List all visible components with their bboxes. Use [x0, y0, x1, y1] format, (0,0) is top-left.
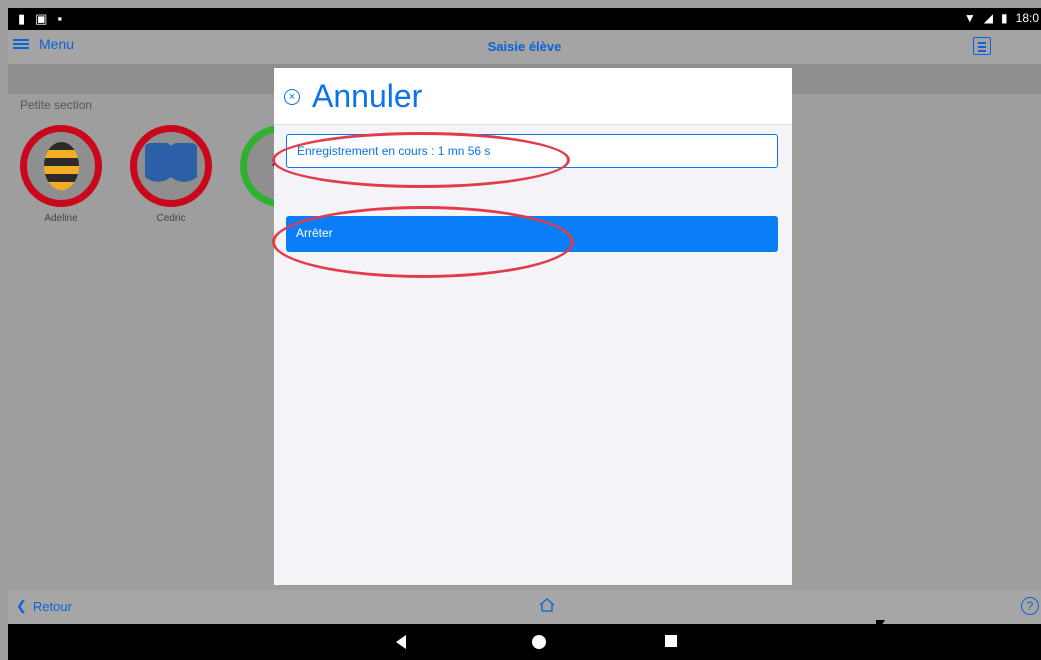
signal-icon: ◢ — [983, 11, 994, 25]
modal-header: × Annuler — [274, 68, 792, 125]
wifi-icon: ▼ — [963, 11, 976, 25]
chevron-left-icon: ❮ — [16, 598, 27, 613]
sd-card-icon: ▪ — [57, 11, 63, 26]
student-status-ring — [130, 125, 212, 207]
mouse-cursor-icon — [876, 620, 885, 634]
student-card-cedric[interactable]: Cedric — [125, 125, 217, 224]
bee-icon — [43, 142, 79, 190]
back-button[interactable]: ❮ Retour — [16, 598, 72, 614]
help-icon[interactable]: ? — [1021, 597, 1039, 615]
android-navigation-bar — [8, 624, 1041, 660]
student-status-ring — [20, 125, 102, 207]
stop-recording-button[interactable]: Arrêter — [286, 216, 778, 252]
cancel-icon[interactable]: × — [284, 89, 300, 105]
student-name: Adeline — [44, 213, 78, 224]
student-card-adeline[interactable]: Adeline — [15, 125, 107, 224]
system-back-icon[interactable] — [396, 635, 406, 649]
cancel-button[interactable]: Annuler — [312, 78, 422, 115]
status-right-icons: ▼ ◢ ▮ 18:0 — [964, 11, 1039, 25]
battery-icon: ▮ — [1001, 11, 1008, 25]
page-title: Saisie élève — [487, 39, 562, 54]
student-name: Cedric — [156, 213, 186, 224]
top-navigation-bar: Menu Saisie élève — [8, 30, 1041, 65]
photo-icon: ▣ — [35, 11, 48, 26]
list-icon[interactable] — [973, 37, 991, 55]
status-time: 18:0 — [1015, 11, 1039, 25]
bottom-toolbar: ❮ Retour ? — [8, 590, 1041, 624]
person-icon: ▮ — [18, 11, 26, 26]
recording-modal: × Annuler Enregistrement en cours : 1 mn… — [274, 68, 792, 585]
section-title: Petite section — [20, 98, 93, 112]
system-recent-apps-icon[interactable] — [665, 635, 677, 647]
system-home-icon[interactable] — [532, 635, 546, 649]
home-icon[interactable] — [538, 597, 556, 613]
android-status-bar: ▮ ▣ ▪ ▼ ◢ ▮ 18:0 — [8, 8, 1041, 30]
butterfly-icon — [145, 143, 197, 189]
recording-status-field: Enregistrement en cours : 1 mn 56 s — [286, 134, 778, 168]
status-left-icons: ▮ ▣ ▪ — [18, 11, 62, 27]
back-label: Retour — [32, 598, 72, 614]
